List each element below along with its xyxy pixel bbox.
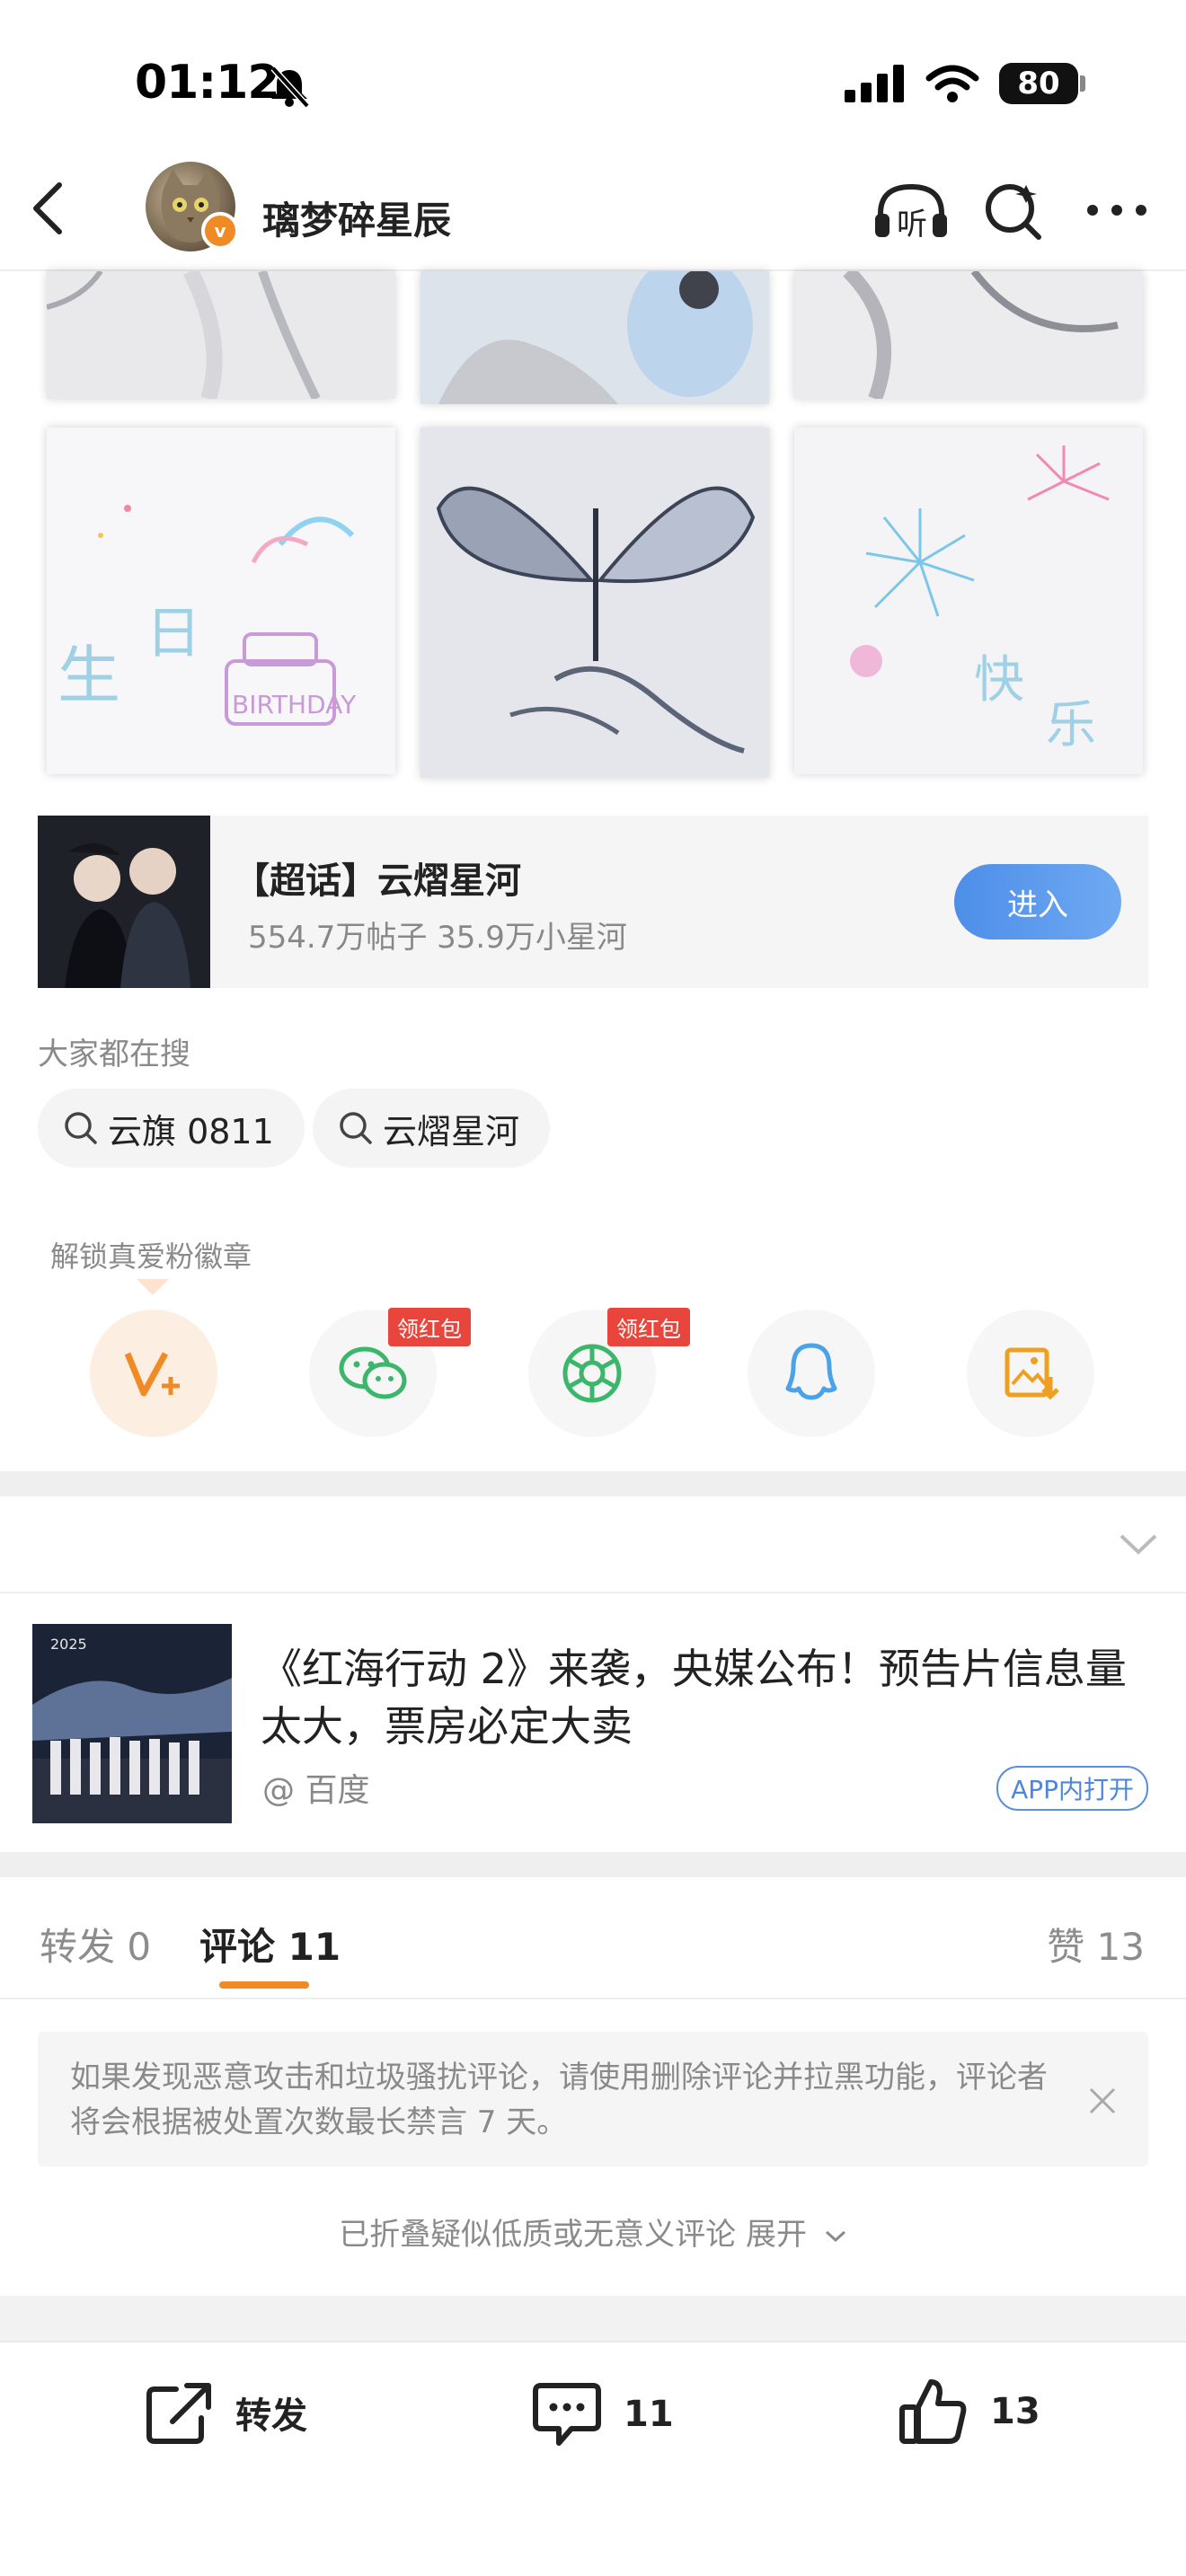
svg-text:日: 日: [146, 600, 201, 666]
battery-indicator: 80: [999, 63, 1085, 104]
vplus-icon: [124, 1352, 180, 1397]
search-icon: [340, 1112, 372, 1144]
super-topic-thumbnail: [38, 816, 210, 988]
repost-label: 转发: [235, 2395, 307, 2437]
qq-icon: [785, 1343, 837, 1400]
two-people-photo: [38, 816, 210, 988]
notice-text: 如果发现恶意攻击和垃圾骚扰评论，请使用删除评论并拉黑功能，评论者将会根据被处置次…: [70, 2060, 1048, 2140]
qq-share-button[interactable]: [748, 1310, 875, 1437]
image-content: [47, 271, 395, 399]
bottom-bar-border: [0, 2341, 1186, 2342]
status-time: 01:12: [135, 56, 280, 110]
movie-premiere-photo: 2025: [32, 1624, 232, 1823]
moments-icon: [562, 1344, 622, 1403]
listen-label: 听: [897, 207, 927, 243]
link-thumbnail[interactable]: 2025: [32, 1624, 232, 1823]
more-options-icon[interactable]: [1085, 199, 1148, 221]
image-content: [420, 271, 769, 404]
search-icon: [65, 1112, 97, 1144]
tab-repost[interactable]: 转发 0: [40, 1917, 151, 1972]
save-image-button[interactable]: [967, 1310, 1094, 1437]
svg-text:BIRTHDAY: BIRTHDAY: [232, 690, 357, 719]
post-image-5[interactable]: [420, 428, 769, 778]
tab-likes[interactable]: 赞 13: [1047, 1917, 1145, 1972]
like-count: 13: [990, 2391, 1040, 2432]
image-content: [794, 271, 1143, 399]
verified-badge: v: [201, 212, 239, 250]
chevron-down-icon[interactable]: [1118, 1532, 1159, 1557]
redpack-badge: 领红包: [607, 1308, 690, 1346]
comment-icon: [533, 2383, 601, 2446]
svg-text:生: 生: [58, 639, 120, 712]
save-image-icon: [1005, 1347, 1059, 1400]
post-image-4[interactable]: 生 日 BIRTHDAY: [47, 428, 395, 774]
wechat-icon: [339, 1346, 407, 1399]
cellular-signal-icon: [845, 65, 904, 102]
active-tab-indicator: [219, 1981, 309, 1989]
divider: [0, 1592, 1186, 1593]
chevron-down-icon: [825, 2230, 845, 2242]
status-indicators: 80: [845, 63, 1085, 104]
avatar[interactable]: v: [146, 162, 239, 251]
super-topic-card[interactable]: 【超话】云熠星河 554.7万帖子 35.9万小星河 进入: [38, 816, 1148, 988]
enter-button[interactable]: 进入: [954, 864, 1121, 940]
birthday-doodle-image: 生 日 BIRTHDAY: [47, 428, 395, 774]
trending-search-text: 云熠星河: [383, 1111, 520, 1151]
repost-action[interactable]: 转发: [146, 2380, 307, 2445]
close-icon[interactable]: [1087, 2086, 1118, 2116]
tab-comments[interactable]: 评论 11: [199, 1917, 341, 1972]
wifi-icon: [925, 65, 979, 102]
section-divider: [0, 2296, 1186, 2341]
svg-text:2025: 2025: [50, 1636, 87, 1653]
super-topic-stats: 554.7万帖子 35.9万小星河: [248, 920, 627, 956]
moderation-notice: 如果发现恶意攻击和垃圾骚扰评论，请使用删除评论并拉黑功能，评论者将会根据被处置次…: [38, 2032, 1148, 2166]
mute-bell-icon: [270, 66, 310, 108]
trending-search-text: 云旗 0811: [108, 1111, 274, 1151]
butterfly-image: [420, 428, 769, 778]
back-arrow-icon[interactable]: [27, 180, 66, 237]
link-source: @ 百度: [262, 1772, 370, 1809]
comment-count: 11: [624, 2394, 674, 2435]
vplus-share-button[interactable]: [90, 1310, 217, 1437]
trending-label: 大家都在搜: [38, 1037, 190, 1072]
svg-text:快: 快: [974, 651, 1024, 710]
post-image-1[interactable]: [47, 271, 395, 399]
search-icon[interactable]: [983, 180, 1046, 243]
fireworks-image: 快 乐: [794, 428, 1143, 774]
svg-text:乐: 乐: [1046, 696, 1096, 754]
folded-comments-text: 已折叠疑似低质或无意义评论 展开: [339, 2217, 807, 2253]
section-divider: [0, 1471, 1186, 1496]
section-divider: [0, 1852, 1186, 1877]
thumbs-up-icon: [899, 2379, 967, 2444]
post-image-3[interactable]: [794, 271, 1143, 399]
open-in-app-button[interactable]: APP内打开: [996, 1766, 1148, 1811]
divider: [0, 1998, 1186, 1999]
unlock-badge-label: 解锁真爱粉徽章: [50, 1239, 252, 1274]
comment-action[interactable]: 11: [532, 2380, 674, 2448]
expand-folded-comments[interactable]: 已折叠疑似低质或无意义评论 展开: [0, 2210, 1186, 2254]
like-action[interactable]: 13: [898, 2377, 1040, 2447]
link-title[interactable]: 《红海行动 2》来袭，央媒公布！预告片信息量太大，票房必定大卖: [261, 1640, 1150, 1755]
redpack-badge: 领红包: [388, 1308, 471, 1346]
post-image-2[interactable]: [420, 271, 769, 404]
listen-button[interactable]: 听: [873, 181, 949, 243]
share-icon: [146, 2383, 211, 2444]
post-image-6[interactable]: 快 乐: [794, 428, 1143, 774]
trending-search-item[interactable]: 云熠星河: [313, 1089, 551, 1168]
super-topic-title: 【超话】云熠星河: [234, 860, 521, 902]
page-title: 璃梦碎星辰: [262, 198, 452, 243]
pointer-caret: [137, 1279, 169, 1295]
trending-search-item[interactable]: 云旗 0811: [38, 1089, 305, 1168]
